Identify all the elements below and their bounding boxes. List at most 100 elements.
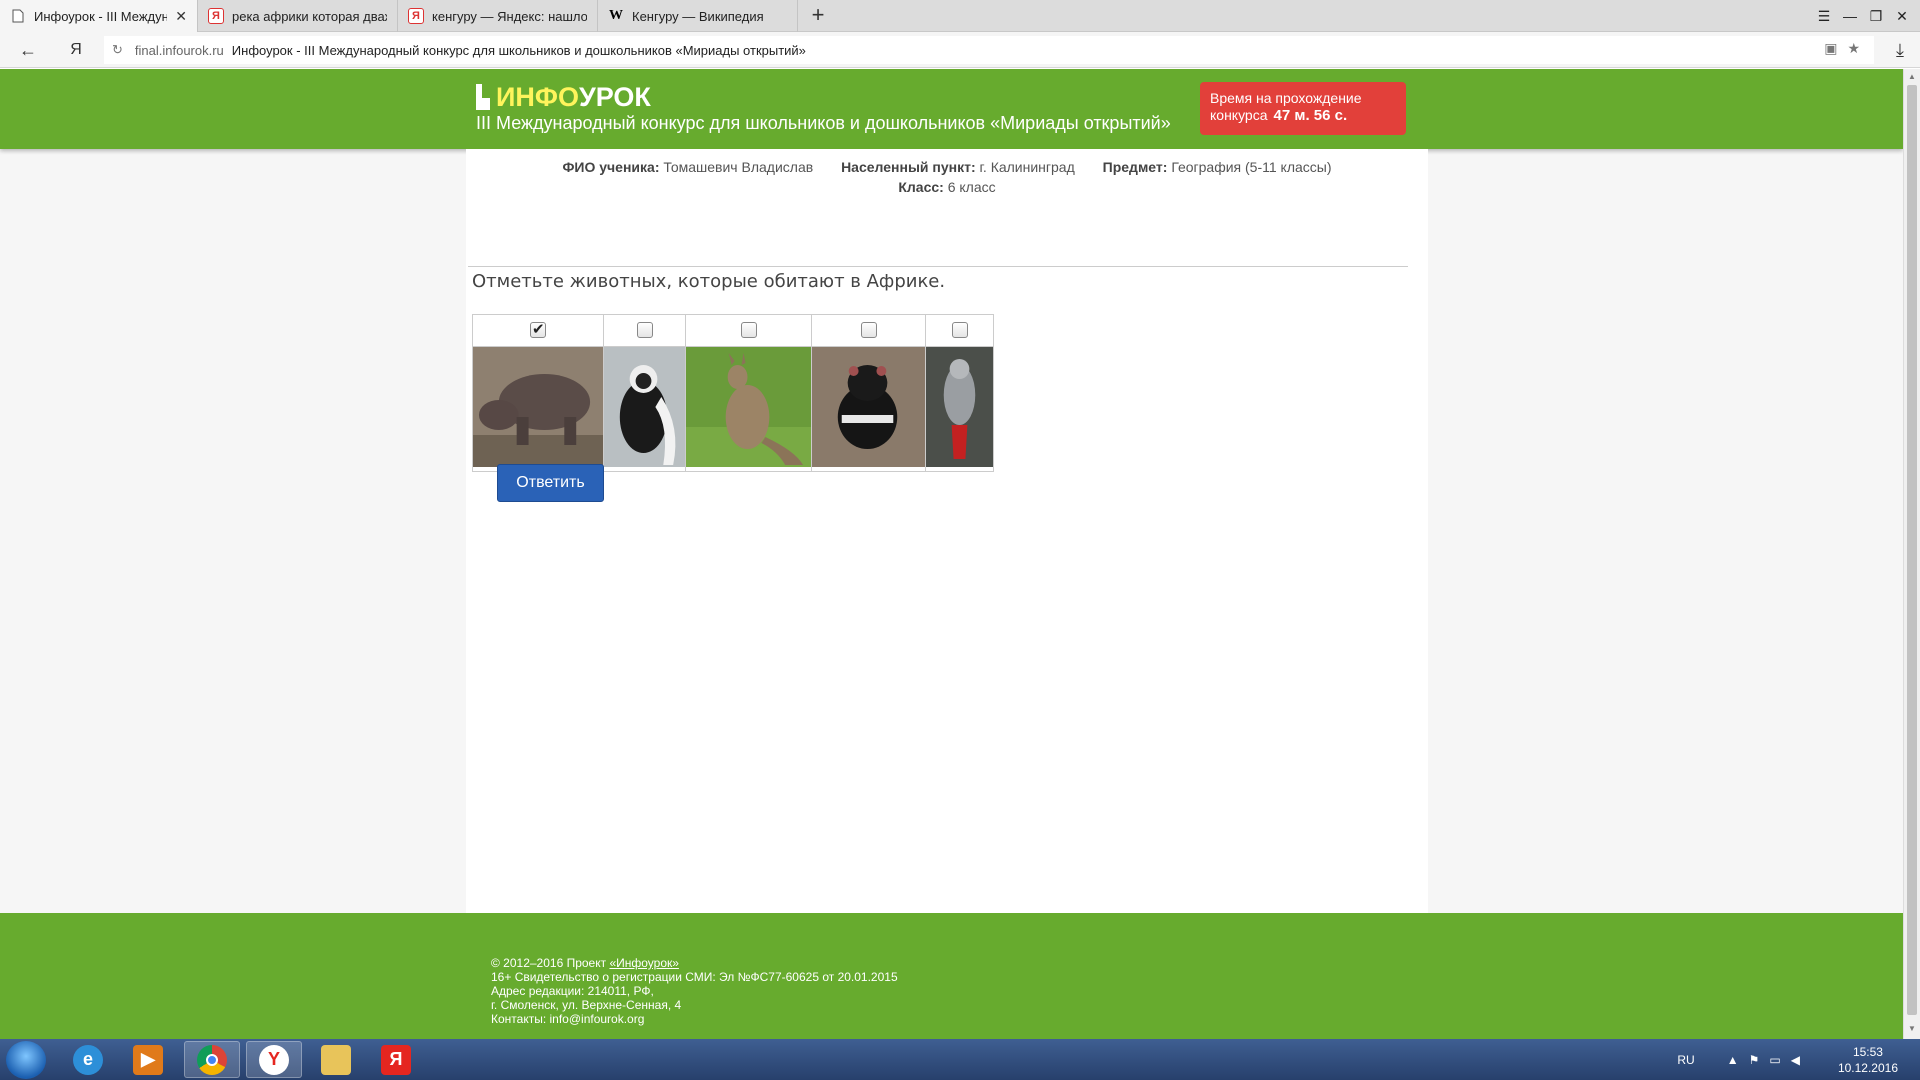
taskbar-explorer[interactable] xyxy=(308,1041,364,1078)
taskbar-yandex[interactable]: Я xyxy=(368,1041,424,1078)
colobus-image xyxy=(604,347,685,467)
back-arrow-icon[interactable]: ← xyxy=(14,38,42,62)
clock[interactable]: 15:53 10.12.2016 xyxy=(1838,1044,1898,1076)
option-kangaroo-cell[interactable] xyxy=(685,314,812,347)
yandex-browser-icon: Y xyxy=(259,1044,289,1075)
chrome-icon xyxy=(197,1044,227,1075)
internet-explorer-icon: e xyxy=(73,1044,103,1075)
tab-infourok[interactable]: Инфоурок - III Междуна ✕ xyxy=(0,0,198,32)
footer-address-1: Адрес редакции: 214011, РФ, xyxy=(491,984,654,998)
student-subject: География (5-11 классы) xyxy=(1171,159,1332,175)
site-header: ИНФО УРОК III Международный конкурс для ш… xyxy=(0,69,1903,149)
infourok-logo[interactable]: ИНФО УРОК xyxy=(476,81,651,112)
clock-time: 15:53 xyxy=(1852,1044,1883,1059)
student-name: Томашевич Владислав xyxy=(663,159,814,175)
taskbar-ie[interactable]: e xyxy=(60,1041,116,1078)
option-parrot-checkbox[interactable] xyxy=(951,322,968,339)
tab-yandex-search-2[interactable]: Я кенгуру — Яндекс: нашлос xyxy=(398,0,598,32)
site-footer: © 2012–2016 Проект «Инфоурок» 16+ Свидет… xyxy=(0,913,1903,1039)
tasmanian-devil-image xyxy=(812,347,925,467)
footer-contacts: Контакты: info@infourok.org xyxy=(491,1012,645,1026)
student-city: г. Калининград xyxy=(979,159,1075,175)
footer-copyright: © 2012–2016 Проект xyxy=(491,956,610,970)
student-subject-label: Предмет: xyxy=(1102,159,1168,175)
tab-title: кенгуру — Яндекс: нашлос xyxy=(432,8,587,24)
option-parrot-cell[interactable] xyxy=(925,314,994,347)
tray-icons[interactable]: ▲⚑▭◀ xyxy=(1727,1053,1810,1067)
tab-title: Кенгуру — Википедия xyxy=(632,8,764,24)
option-colobus-cell[interactable] xyxy=(603,314,686,347)
tasmanian-devil-image-cell xyxy=(811,346,926,472)
logo-text-part1: ИНФО xyxy=(496,81,579,112)
option-tasmanian-devil-cell[interactable] xyxy=(811,314,926,347)
download-icon[interactable]: ⤓ xyxy=(1886,38,1914,62)
hippo-image-cell xyxy=(472,346,604,472)
timer-badge: Время на прохождение конкурса 47 м. 56 с. xyxy=(1200,82,1406,135)
grey-parrot-image xyxy=(926,347,993,467)
system-tray: RU ▲⚑▭◀ 15:53 10.12.2016 xyxy=(1677,1039,1920,1080)
yandex-icon: Я xyxy=(208,8,224,24)
logo-mark-icon xyxy=(476,84,490,110)
scroll-up-icon[interactable]: ▲ xyxy=(1907,72,1917,81)
option-kangaroo-checkbox[interactable] xyxy=(740,322,757,339)
taskbar-chrome[interactable] xyxy=(184,1041,240,1078)
footer-address-2: г. Смоленск, ул. Верхне-Сенная, 4 xyxy=(491,998,682,1012)
reload-icon[interactable]: ↻ xyxy=(112,42,123,58)
close-window-icon[interactable]: ✕ xyxy=(1890,4,1914,28)
browser-tab-bar: Инфоурок - III Междуна ✕ Я река африки к… xyxy=(0,0,1920,32)
url-input[interactable]: ↻ final.infourok.ru Инфоурок - III Между… xyxy=(104,36,1874,64)
browser-address-bar: ← Я ↻ final.infourok.ru Инфоурок - III М… xyxy=(0,32,1920,68)
hippo-image xyxy=(473,347,603,467)
start-button[interactable] xyxy=(6,1041,46,1079)
footer-infourok-link[interactable]: «Инфоурок» xyxy=(609,956,678,970)
tab-yandex-search-1[interactable]: Я река африки которая дваж xyxy=(198,0,398,32)
bookmark-star-icon[interactable]: ★ xyxy=(1847,40,1860,57)
contest-title: III Международный конкурс для школьников… xyxy=(476,113,1171,133)
footer-text: © 2012–2016 Проект «Инфоурок» 16+ Свидет… xyxy=(491,956,898,1026)
divider xyxy=(468,266,1408,267)
url-domain: final.infourok.ru xyxy=(134,42,224,58)
tab-wikipedia[interactable]: W Кенгуру — Википедия xyxy=(598,0,798,32)
scroll-down-icon[interactable]: ▼ xyxy=(1907,1024,1917,1033)
student-info: ФИО ученика: Томашевич Владислав Населен… xyxy=(466,157,1428,197)
tab-title: Инфоурок - III Междуна xyxy=(34,8,168,24)
language-indicator[interactable]: RU xyxy=(1677,1053,1694,1067)
restore-icon[interactable]: ❐ xyxy=(1864,4,1888,28)
student-name-label: ФИО ученика: xyxy=(562,159,660,175)
option-hippo-cell[interactable] xyxy=(472,314,604,347)
taskbar-media-player[interactable]: ▶ xyxy=(120,1041,176,1078)
yandex-icon: Я xyxy=(381,1044,411,1075)
kangaroo-image xyxy=(686,347,811,467)
minimize-icon[interactable]: — xyxy=(1838,4,1862,28)
timer-label-line2: конкурса xyxy=(1210,107,1268,123)
option-tasmanian-devil-checkbox[interactable] xyxy=(860,322,877,339)
menu-icon[interactable]: ☰ xyxy=(1812,4,1836,28)
kangaroo-image-cell xyxy=(685,346,812,472)
answer-button[interactable]: Ответить xyxy=(497,464,604,502)
close-tab-icon[interactable]: ✕ xyxy=(175,8,187,25)
option-hippo-checkbox[interactable] xyxy=(530,320,546,339)
page-viewport: ИНФО УРОК III Международный конкурс для ш… xyxy=(0,69,1903,1039)
scrollbar-thumb[interactable] xyxy=(1907,85,1917,1015)
taskbar-yandex-browser[interactable]: Y xyxy=(246,1041,302,1078)
yandex-home-button[interactable]: Я xyxy=(62,38,90,62)
timer-value: 47 м. 56 с. xyxy=(1273,107,1348,124)
question-text: Отметьте животных, которые обитают в Афр… xyxy=(472,271,946,292)
new-tab-button[interactable]: + xyxy=(806,4,830,28)
answer-options-table xyxy=(472,314,994,472)
lock-icon[interactable]: ▣ xyxy=(1824,40,1837,57)
media-player-icon: ▶ xyxy=(133,1044,163,1075)
option-colobus-checkbox[interactable] xyxy=(636,322,653,339)
url-page-title: Инфоурок - III Международный конкурс для… xyxy=(231,42,806,58)
student-grade: 6 класс xyxy=(947,179,996,195)
page-icon xyxy=(10,8,26,24)
yandex-icon: Я xyxy=(408,8,424,24)
clock-date: 10.12.2016 xyxy=(1837,1060,1898,1075)
logo-text-part2: УРОК xyxy=(578,81,651,112)
tab-title: река африки которая дваж xyxy=(232,8,387,24)
windows-taskbar: e ▶ Y Я RU ▲⚑▭◀ 15:53 10.12.2016 xyxy=(0,1039,1920,1080)
page-scrollbar[interactable]: ▲ ▼ xyxy=(1903,69,1920,1039)
footer-registration: 16+ Свидетельство о регистрации СМИ: Эл … xyxy=(491,970,898,984)
wikipedia-icon: W xyxy=(609,8,623,23)
parrot-image-cell xyxy=(925,346,994,472)
